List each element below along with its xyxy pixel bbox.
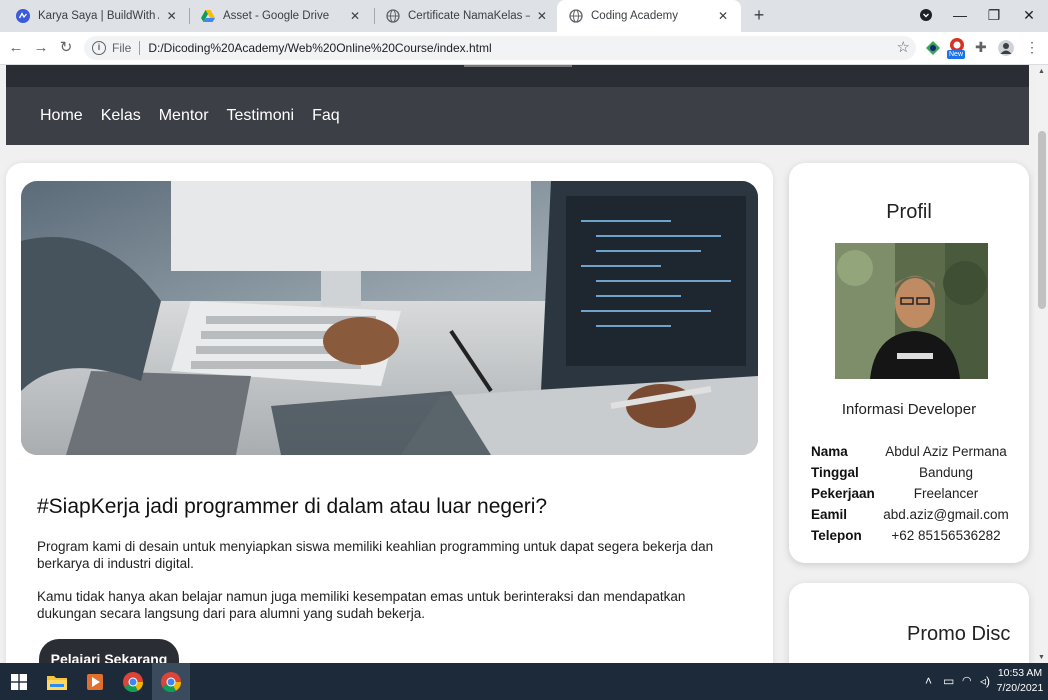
main-content-card: #SiapKerja jadi programmer di dalam atau… (6, 163, 773, 663)
page-header (6, 65, 1029, 87)
tab-title: Coding Academy (591, 10, 678, 22)
media-player-icon[interactable] (76, 663, 114, 700)
info-value: Freelancer (913, 486, 979, 501)
system-clock[interactable]: 10:53 AM 7/20/2021 (996, 666, 1044, 696)
info-key: Telepon (811, 528, 862, 543)
volume-icon[interactable]: ◃) (980, 674, 990, 688)
info-key: Eamil (811, 507, 848, 522)
puzzle-extensions-icon[interactable]: ✚ (975, 39, 987, 56)
tab-google-drive[interactable]: Asset - Google Drive ✕ (189, 0, 373, 32)
info-value: abd.aziz@gmail.com (883, 507, 1009, 522)
tab-buildwithangga[interactable]: Karya Saya | BuildWith Angga ✕ (4, 0, 188, 32)
address-scheme: File (112, 41, 132, 55)
tab-coding-academy[interactable]: Coding Academy ✕ (557, 0, 741, 32)
nav-link-testimoni[interactable]: Testimoni (227, 107, 295, 125)
promo-title: Promo Disc (907, 623, 1011, 645)
close-icon[interactable]: ✕ (715, 9, 731, 23)
main-headline: #SiapKerja jadi programmer di dalam atau… (37, 495, 548, 518)
page-viewport: Home Kelas Mentor Testimoni Faq #SiapKer… (0, 65, 1035, 663)
reload-icon[interactable]: ↻ (56, 38, 76, 58)
address-divider (139, 41, 141, 55)
table-row: Pekerjaan Freelancer (811, 483, 1011, 504)
globe-icon (386, 9, 400, 23)
file-explorer-icon[interactable] (38, 663, 76, 700)
nav-link-mentor[interactable]: Mentor (159, 107, 209, 125)
close-icon[interactable]: ✕ (536, 9, 548, 23)
browser-toolbar: ← → ↻ i File D:/Dicoding%20Academy/Web%2… (0, 32, 1048, 65)
windows-taskbar: ˄ ▭ ◠ ◃) 10:53 AM 7/20/2021 (0, 663, 1048, 700)
close-icon[interactable]: ✕ (165, 9, 178, 23)
promo-card: Promo Disc (789, 583, 1029, 663)
tab-certificate[interactable]: Certificate NamaKelas — BWA ✕ (374, 0, 558, 32)
info-icon[interactable]: i (92, 41, 106, 55)
hero-image (21, 181, 758, 455)
avatar[interactable] (998, 40, 1014, 56)
profile-title: Profil (886, 201, 932, 223)
close-icon[interactable]: ✕ (347, 9, 363, 23)
support-paragraph: Kamu tidak hanya akan belajar namun juga… (37, 589, 686, 621)
extension-green-icon[interactable] (925, 40, 941, 56)
address-url[interactable]: D:/Dicoding%20Academy/Web%20Online%20Cou… (148, 41, 491, 55)
table-row: Nama Abdul Aziz Permana (811, 441, 1011, 462)
tab-title: Certificate NamaKelas — BWA (408, 10, 530, 22)
chrome-active-icon[interactable] (152, 663, 190, 700)
clock-date: 7/20/2021 (996, 682, 1044, 694)
table-row: Telepon +62 85156536282 (811, 525, 1011, 546)
main-navbar: Home Kelas Mentor Testimoni Faq (6, 87, 1029, 145)
restore-icon[interactable]: ❐ (977, 0, 1011, 32)
kebab-menu-icon[interactable]: ⋮ (1025, 39, 1039, 56)
address-bar[interactable]: i File D:/Dicoding%20Academy/Web%20Onlin… (84, 36, 916, 60)
intro-paragraph: Program kami di desain untuk menyiapkan … (37, 539, 714, 571)
info-key: Pekerjaan (811, 486, 875, 501)
table-row: Eamil abd.aziz@gmail.com (811, 504, 1011, 525)
page-scrollbar[interactable]: ▲ ▼ (1035, 65, 1048, 663)
developer-info-title: Informasi Developer (841, 401, 977, 418)
extension-new-icon[interactable]: New (947, 37, 967, 59)
tray-chevron-up-icon[interactable]: ˄ (925, 674, 932, 688)
new-tab-button[interactable]: + (748, 4, 770, 26)
clock-time: 10:53 AM (997, 667, 1043, 679)
tab-title: Asset - Google Drive (223, 10, 330, 22)
window-close-icon[interactable]: ✕ (1012, 0, 1046, 32)
scroll-down-arrow-icon[interactable]: ▼ (1038, 654, 1045, 661)
forward-arrow-icon[interactable]: → (31, 38, 51, 58)
tab-search-icon[interactable] (909, 0, 943, 32)
nav-link-home[interactable]: Home (40, 107, 83, 125)
scroll-up-arrow-icon[interactable]: ▲ (1038, 68, 1045, 75)
developer-info-table: Nama Abdul Aziz Permana Tinggal Bandung … (811, 441, 1011, 546)
tab-title: Karya Saya | BuildWith Angga (38, 10, 159, 22)
back-arrow-icon[interactable]: ← (6, 38, 26, 58)
google-drive-icon (201, 10, 215, 22)
minimize-icon[interactable]: — (943, 0, 977, 32)
info-value: Abdul Aziz Permana (885, 444, 1007, 459)
profile-photo (835, 243, 988, 379)
bookmark-star-icon[interactable]: ☆ (897, 38, 910, 56)
buildwithangga-icon (16, 9, 30, 23)
profile-card: Profil Informasi Developer Nama Abdul Az… (789, 163, 1029, 563)
table-row: Tinggal Bandung (811, 462, 1011, 483)
info-value: +62 85156536282 (891, 528, 1001, 543)
info-key: Tinggal (811, 465, 859, 480)
nav-link-kelas[interactable]: Kelas (101, 107, 141, 125)
header-divider (464, 65, 572, 67)
info-value: Bandung (918, 465, 974, 480)
windows-start-icon[interactable] (0, 663, 38, 700)
battery-icon[interactable]: ▭ (943, 674, 954, 688)
scrollbar-thumb[interactable] (1038, 131, 1046, 309)
browser-tab-bar: Karya Saya | BuildWith Angga ✕ Asset - G… (0, 0, 1048, 32)
wifi-icon[interactable]: ◠ (962, 674, 972, 687)
nav-link-faq[interactable]: Faq (312, 107, 340, 125)
learn-now-button[interactable]: Pelajari Sekarang (39, 639, 179, 663)
info-key: Nama (811, 444, 848, 459)
chrome-icon[interactable] (114, 663, 152, 700)
new-badge: New (947, 50, 966, 59)
globe-icon (569, 9, 583, 23)
